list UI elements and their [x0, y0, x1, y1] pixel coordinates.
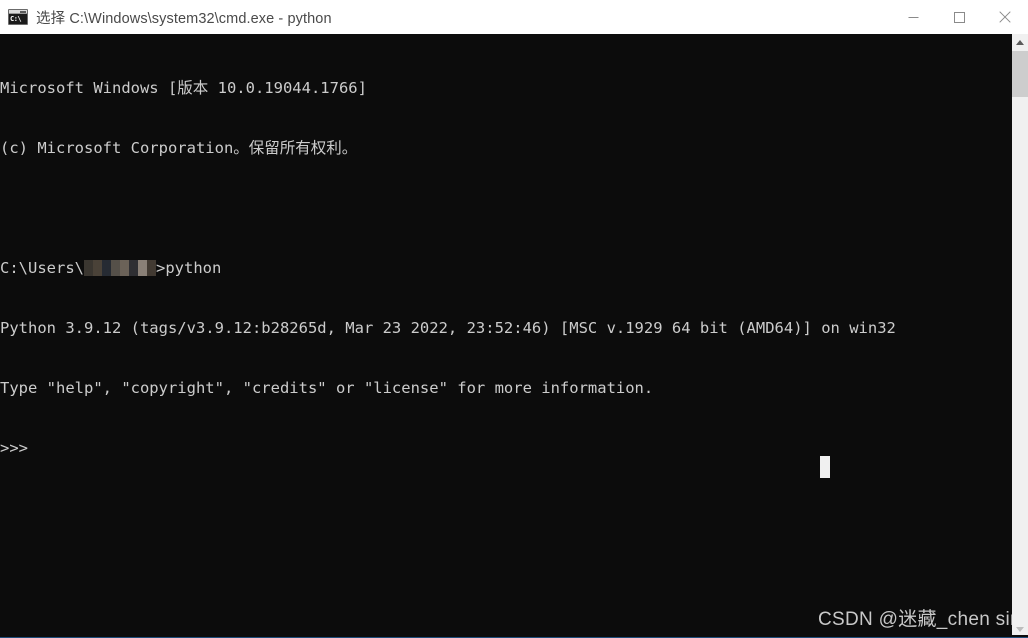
- maximize-icon: [953, 11, 965, 23]
- window-title: 选择 C:\Windows\system32\cmd.exe - python: [36, 10, 332, 27]
- redacted-username-block: [84, 260, 156, 276]
- close-button[interactable]: [982, 0, 1028, 34]
- prompt-command-suffix: >python: [156, 259, 222, 277]
- window-controls: [890, 0, 1028, 34]
- minimize-button[interactable]: [890, 0, 936, 34]
- console-line-python-prompt: >>>: [0, 439, 28, 457]
- cmd-console-window: C:\ 选择 C:\Windows\system32\cmd.exe - pyt…: [0, 0, 1028, 638]
- prompt-path-prefix: C:\Users\: [0, 259, 84, 277]
- minimize-icon: [908, 12, 919, 23]
- chevron-up-icon: [1016, 40, 1024, 45]
- watermark-text: CSDN @迷藏_chen sir: [818, 609, 1012, 630]
- console-line-prompt-command: C:\Users\ >python: [0, 258, 1012, 278]
- cmd-exe-icon: C:\: [8, 9, 28, 25]
- console-line-banner-1: Microsoft Windows [版本 10.0.19044.1766]: [0, 79, 367, 97]
- scrollbar-up-arrow-button[interactable]: [1012, 34, 1028, 51]
- titlebar-left: C:\ 选择 C:\Windows\system32\cmd.exe - pyt…: [0, 7, 890, 28]
- close-icon: [999, 11, 1011, 23]
- vertical-scrollbar[interactable]: [1012, 34, 1028, 638]
- chevron-down-icon: [1016, 627, 1024, 632]
- console-line-python-help: Type "help", "copyright", "credits" or "…: [0, 379, 654, 397]
- maximize-button[interactable]: [936, 0, 982, 34]
- console-output-area[interactable]: Microsoft Windows [版本 10.0.19044.1766] (…: [0, 34, 1012, 638]
- console-text-buffer: Microsoft Windows [版本 10.0.19044.1766] (…: [0, 38, 1012, 498]
- console-line-python-version: Python 3.9.12 (tags/v3.9.12:b28265d, Mar…: [0, 319, 896, 337]
- titlebar[interactable]: C:\ 选择 C:\Windows\system32\cmd.exe - pyt…: [0, 0, 1028, 34]
- block-cursor: [820, 456, 830, 478]
- console-line-banner-2: (c) Microsoft Corporation。保留所有权利。: [0, 139, 358, 157]
- cmd-icon-text: C:\: [9, 14, 27, 24]
- scrollbar-thumb[interactable]: [1012, 51, 1028, 97]
